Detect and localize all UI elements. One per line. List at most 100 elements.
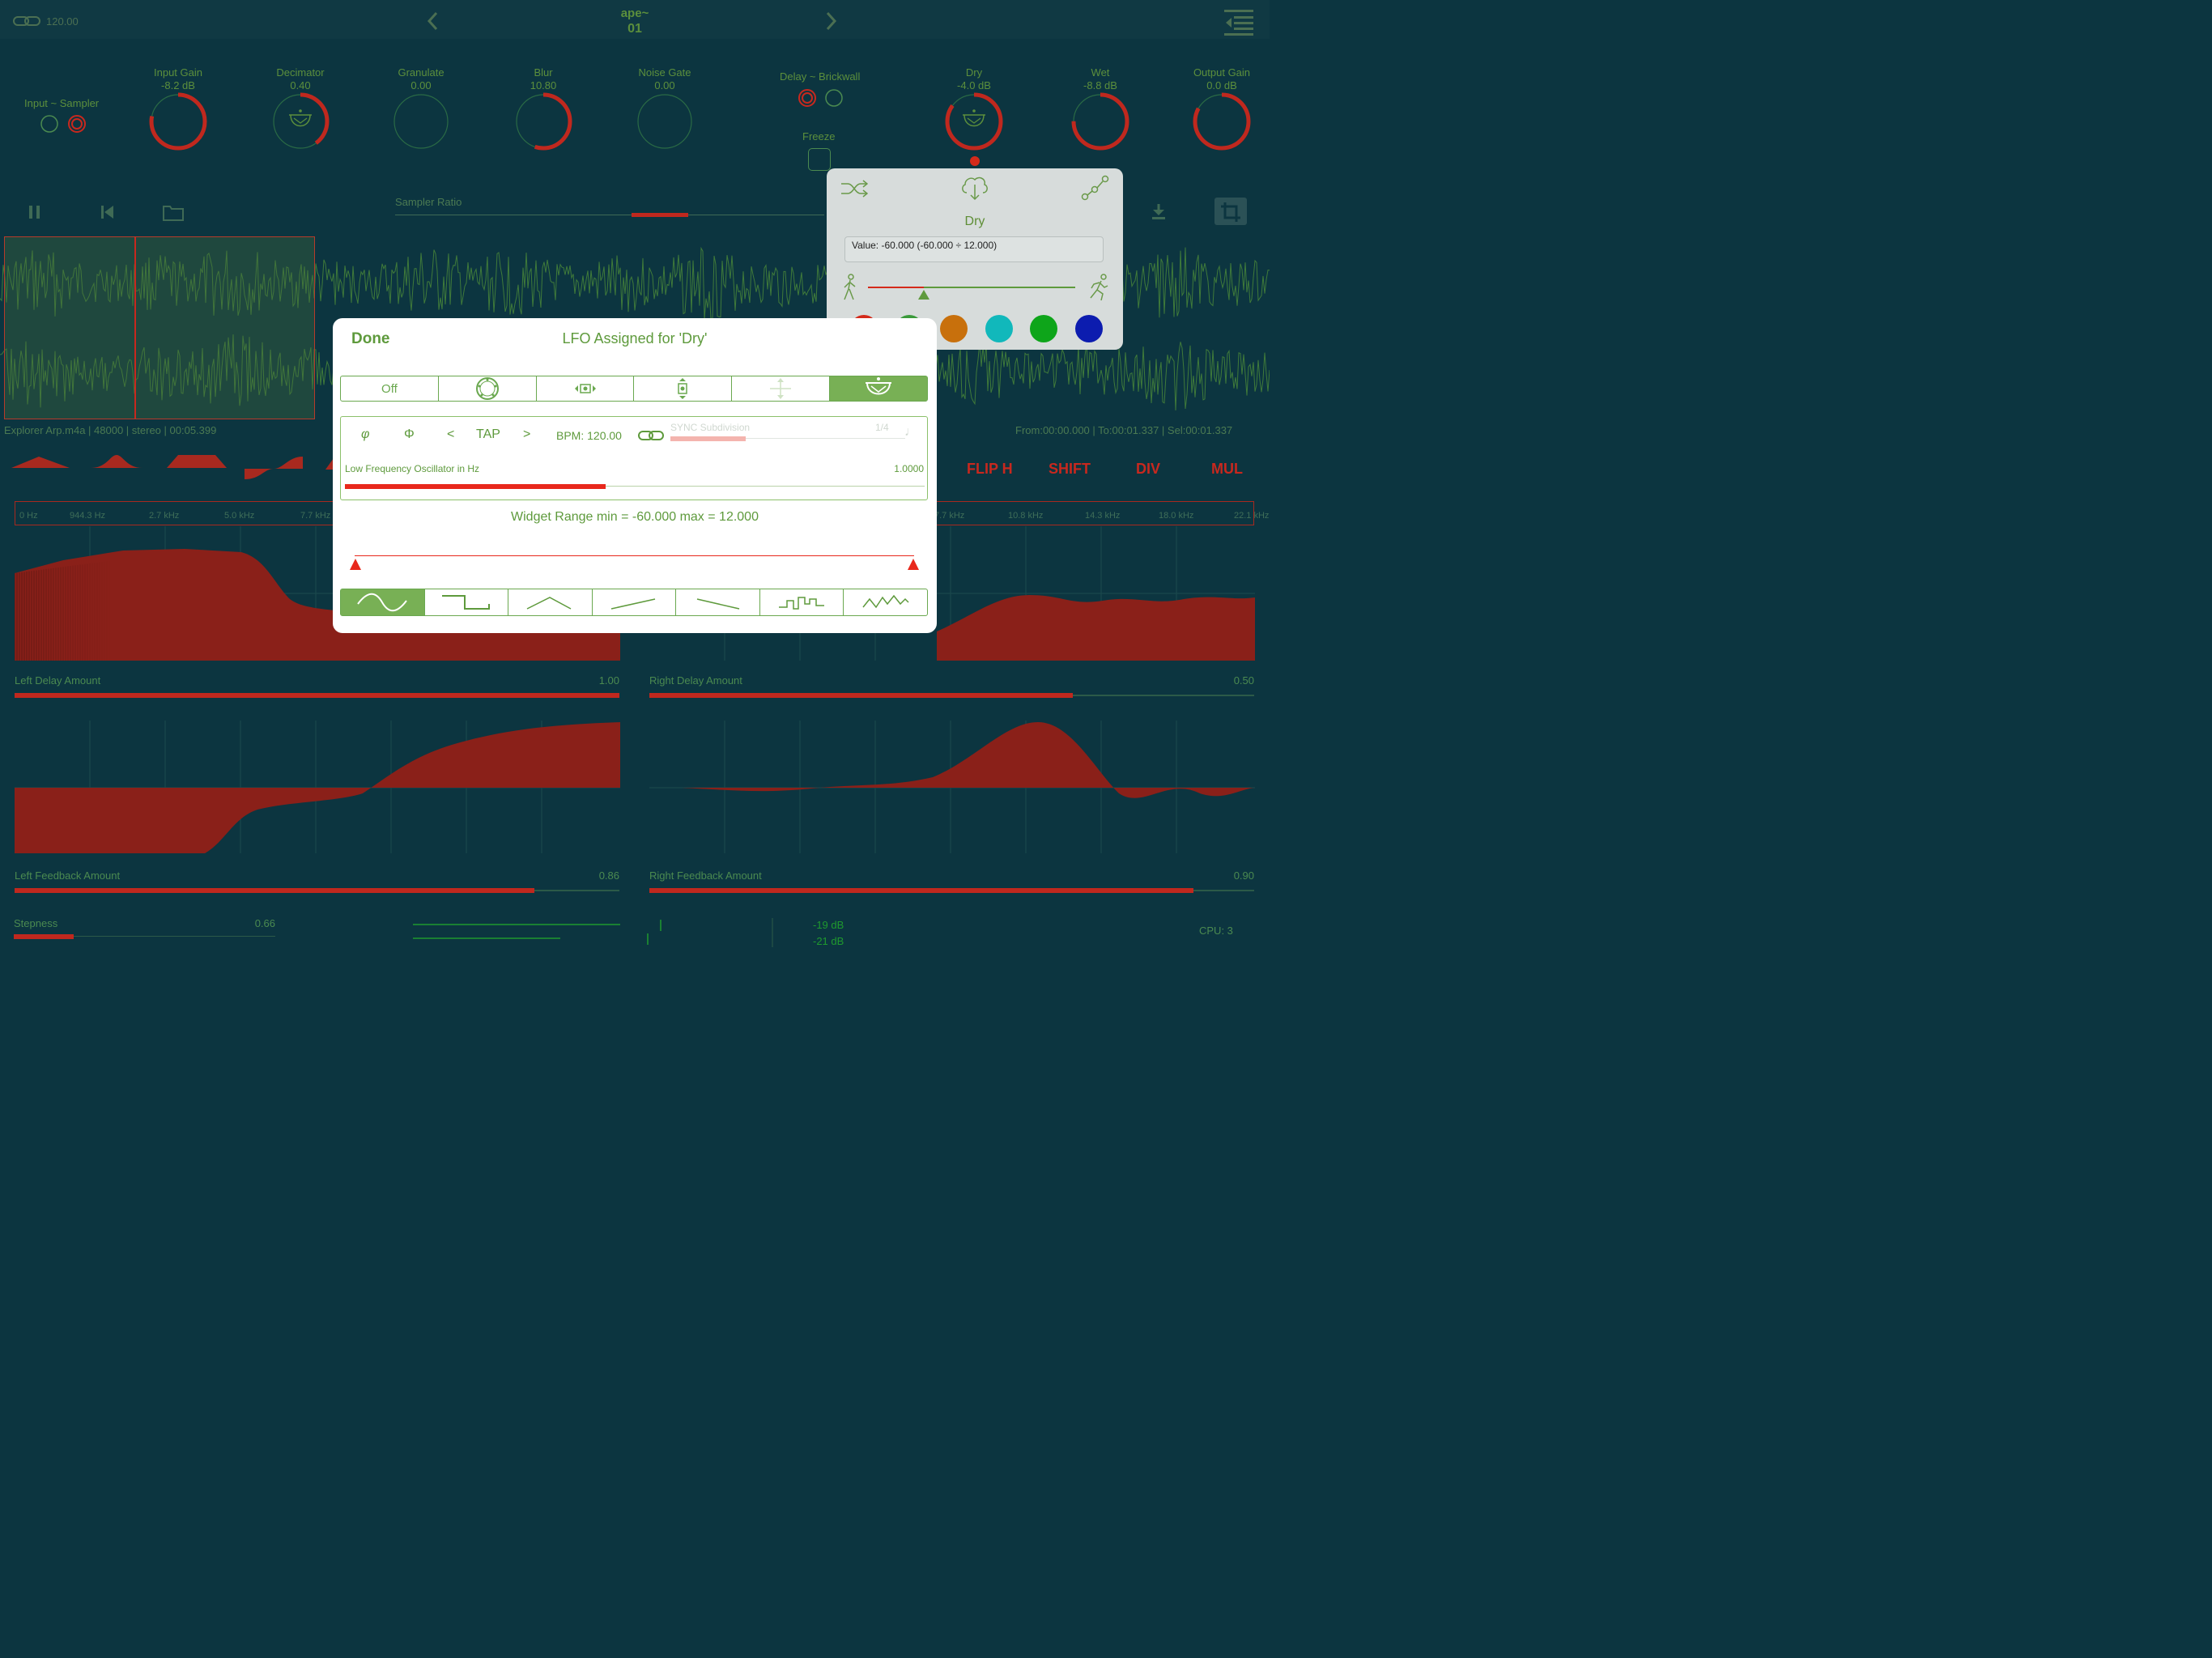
color-swatch[interactable] [985,315,1013,342]
wave-sine-segment[interactable] [341,589,425,615]
menu-list-icon[interactable] [1223,8,1255,36]
noise-gate-label-text: Noise Gate [638,66,691,79]
random-wave-icon [862,594,909,609]
shift-button[interactable]: SHIFT [1049,461,1091,478]
lfo-xy-segment[interactable] [732,376,831,401]
lfo-frequency-label: Low Frequency Oscillator in Hz [345,463,480,474]
freq-tick: 7.7 kHz [934,511,965,521]
noise-gate-knob[interactable] [632,89,697,154]
input-radio[interactable] [40,114,59,134]
input-sampler-label: Input ~ Sampler [24,97,100,109]
range-track[interactable] [355,555,914,556]
walk-slow-icon[interactable] [841,274,859,301]
playhead[interactable] [134,237,136,419]
level-meters [413,918,773,947]
wave-random-segment[interactable] [844,589,927,615]
run-fast-icon[interactable] [1087,274,1108,301]
tap-button[interactable]: TAP [476,427,500,442]
lfo-target-segments: Off [340,376,928,402]
popover-slider-thumb[interactable] [917,289,930,300]
shuffle-icon[interactable] [840,180,868,198]
cpu-readout: CPU: 3 [1199,925,1233,937]
decimator-knob[interactable] [268,89,333,154]
freeze-checkbox[interactable] [808,148,831,171]
phase-a-button[interactable]: φ [361,427,369,442]
shape-preset-sine[interactable] [245,455,303,483]
pause-icon[interactable] [28,205,42,219]
freq-tick: 18.0 kHz [1159,511,1194,521]
right-feedback-curve[interactable] [649,721,1255,853]
chevron-right-icon[interactable] [825,11,838,31]
square-wave-icon [441,595,490,610]
output-gain-knob[interactable] [1189,89,1254,154]
nodes-icon[interactable] [1081,175,1110,201]
input-gain-knob[interactable] [146,89,211,154]
color-swatch[interactable] [1074,315,1103,342]
left-feedback-fill[interactable] [15,888,535,893]
wave-square-segment[interactable] [425,589,509,615]
prev-button[interactable]: < [447,427,454,442]
folder-icon[interactable] [163,203,184,221]
shape-preset-bell[interactable] [91,453,143,470]
ramp-down-icon [696,598,739,610]
delay-brickwall-label: Delay ~ Brickwall [780,70,861,83]
color-swatch[interactable] [1030,315,1057,342]
lfo-off-segment[interactable]: Off [341,376,439,401]
dry-modulation-dot [970,156,980,166]
download-icon[interactable] [1150,202,1168,220]
sine-wave-icon [357,593,408,612]
flip-h-button[interactable]: FLIP H [967,461,1013,478]
popover-value-field[interactable]: Value: -60.000 (-60.000 ÷ 12.000) [844,236,1104,262]
range-min-handle[interactable] [349,558,362,571]
freq-tick: 22.1 kHz [1234,511,1270,521]
next-button[interactable]: > [523,427,530,442]
brickwall-radio[interactable] [824,88,844,108]
wet-knob[interactable] [1068,89,1133,154]
link-icon[interactable] [638,430,664,441]
decimator-knob-icon [289,109,312,127]
lfo-frequency-fill[interactable] [345,484,606,489]
sync-subdivision-fill[interactable] [670,436,746,441]
div-button[interactable]: DIV [1136,461,1160,478]
sampler-ratio-thumb[interactable] [632,213,688,217]
dry-knob[interactable] [942,89,1006,154]
stepness-fill[interactable] [14,934,74,939]
right-feedback-fill[interactable] [649,888,1194,893]
blur-knob[interactable] [511,89,576,154]
left-feedback-curve[interactable] [15,721,620,853]
lfo-hslider-segment[interactable] [537,376,635,401]
dry-label-text: Dry [965,66,983,79]
phase-b-button[interactable]: Φ [404,427,415,442]
color-swatch[interactable] [940,315,968,342]
freq-tick: 14.3 kHz [1085,511,1121,521]
shape-preset-triangle[interactable] [11,453,70,470]
shape-preset-trapezoid[interactable] [167,453,227,470]
skip-back-icon[interactable] [100,205,115,219]
wave-triangle-segment[interactable] [508,589,593,615]
cloud-download-icon[interactable] [960,175,989,201]
popover-slider-track[interactable] [868,287,1075,288]
sampler-ratio-label: Sampler Ratio [395,196,462,208]
preset-number[interactable]: 01 [0,22,1270,36]
left-delay-fill[interactable] [15,693,619,698]
right-delay-value: 0.50 [1233,674,1254,687]
wave-ramp-down-segment[interactable] [676,589,760,615]
lfo-settings-box: φ Φ < TAP > BPM: 120.00 SYNC Subdivision… [340,416,928,500]
right-delay-label: Right Delay Amount [649,674,742,687]
sampler-radio[interactable] [67,114,87,134]
wave-step-segment[interactable] [760,589,844,615]
mul-button[interactable]: MUL [1211,461,1243,478]
lfo-vslider-segment[interactable] [634,376,733,401]
meter-db-1: -19 dB [813,919,844,931]
right-delay-fill[interactable] [649,693,1073,698]
wave-ramp-up-segment[interactable] [593,589,677,615]
range-max-handle[interactable] [907,558,920,571]
stepness-label: Stepness [14,917,58,929]
lfo-dry-knob-segment[interactable] [830,376,927,401]
vertical-slider-icon [678,378,688,399]
waveform-selection[interactable] [4,236,315,419]
granulate-knob[interactable] [389,89,453,154]
lfo-knob-segment[interactable] [439,376,537,401]
meter-db-2: -21 dB [813,935,844,947]
delay-radio[interactable] [798,88,817,108]
